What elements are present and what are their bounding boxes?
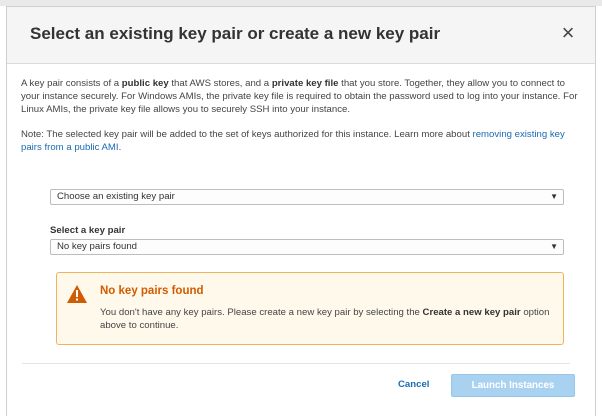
intro-text-1: A key pair consists of a xyxy=(21,78,122,89)
dialog-header: Select an existing key pair or create a … xyxy=(7,7,595,64)
chevron-down-icon: ▼ xyxy=(550,192,558,201)
key-pair-option-value: Choose an existing key pair xyxy=(57,191,175,202)
key-pair-option-select[interactable]: Choose an existing key pair ▼ xyxy=(50,189,564,205)
alert-title: No key pairs found xyxy=(100,285,204,297)
intro-bold-private-key-file: private key file xyxy=(271,78,339,89)
intro-text: A key pair consists of a public key that… xyxy=(21,77,581,116)
note-text: Note: The selected key pair will be adde… xyxy=(21,128,581,154)
intro-text-2: that AWS stores, and a xyxy=(168,78,272,89)
note-text-2: . xyxy=(118,142,122,153)
close-icon[interactable]: × xyxy=(557,21,579,45)
key-pair-value: No key pairs found xyxy=(57,241,137,252)
chevron-down-icon: ▼ xyxy=(550,242,558,251)
intro-bold-public-key: public key xyxy=(121,78,169,89)
dialog-body: A key pair consists of a public key that… xyxy=(7,64,595,154)
dialog-title: Select an existing key pair or create a … xyxy=(30,24,441,43)
launch-instances-button[interactable]: Launch Instances xyxy=(451,374,575,397)
no-key-pairs-alert: No key pairs found You don't have any ke… xyxy=(56,272,564,345)
alert-message: You don't have any key pairs. Please cre… xyxy=(100,306,550,332)
warning-icon xyxy=(67,285,87,303)
cancel-button[interactable]: Cancel xyxy=(398,379,429,390)
key-pair-select[interactable]: No key pairs found ▼ xyxy=(50,239,564,255)
alert-bold-option: Create a new key pair xyxy=(422,307,521,318)
key-pair-dialog: Select an existing key pair or create a … xyxy=(6,6,596,416)
note-text-1: Note: The selected key pair will be adde… xyxy=(21,129,473,140)
alert-text-1: You don't have any key pairs. Please cre… xyxy=(100,307,423,318)
footer-divider xyxy=(22,363,570,364)
select-key-pair-label: Select a key pair xyxy=(50,225,126,236)
